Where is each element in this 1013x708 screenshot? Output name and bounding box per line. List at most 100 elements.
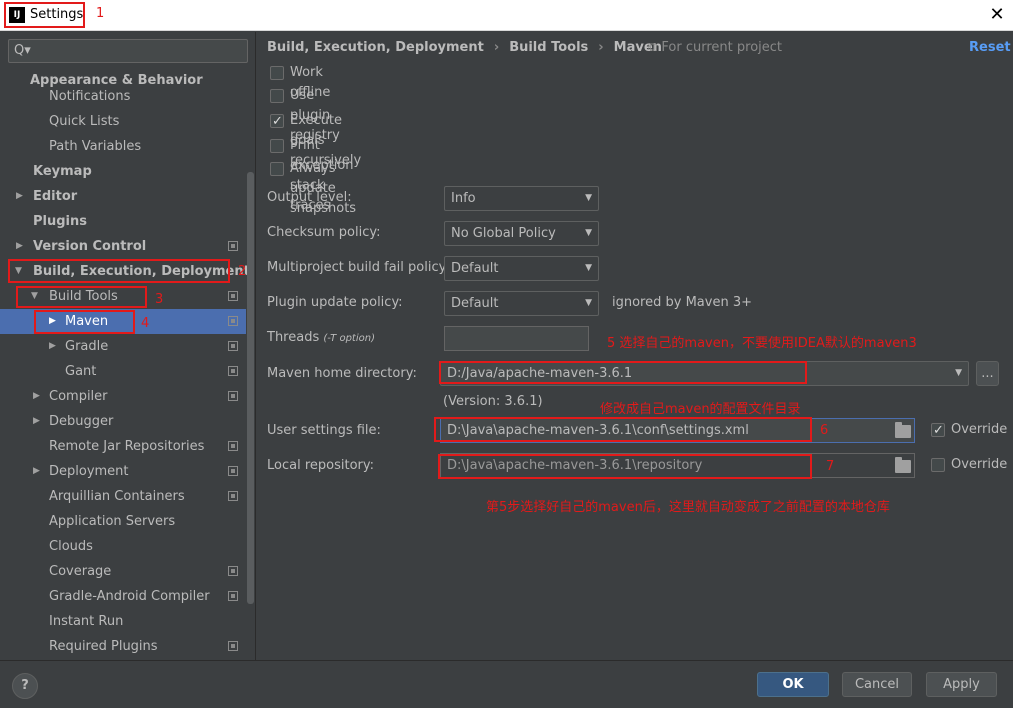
tree-item-instant-run[interactable]: Instant Run — [0, 609, 246, 634]
tree-item-notifications[interactable]: Notifications — [0, 84, 246, 109]
expand-arrow-icon[interactable]: ▶ — [16, 184, 23, 209]
tree-item-gant[interactable]: Gant — [0, 359, 246, 384]
expand-arrow-icon[interactable]: ▶ — [33, 384, 40, 409]
tree-item-gradle[interactable]: ▶ Gradle — [0, 334, 246, 359]
checkbox-label: Override — [951, 457, 1008, 472]
close-icon[interactable]: ✕ — [986, 4, 1008, 26]
output-level-select[interactable]: Info ▼ — [444, 186, 599, 211]
plugin-update-policy-select[interactable]: Default ▼ — [444, 291, 599, 316]
tree-item-label: Arquillian Containers — [49, 489, 185, 504]
chevron-down-icon: ▼ — [585, 298, 592, 308]
tree-item-required-plugins[interactable]: Required Plugins — [0, 634, 246, 659]
project-scope-icon — [228, 466, 238, 476]
annotation-number: 7 — [826, 459, 835, 474]
tree-item-label: Instant Run — [49, 614, 124, 629]
title-bar — [0, 0, 1013, 31]
breadcrumb: Build, Execution, Deployment › Build Tools… — [267, 40, 662, 55]
select-value: Default — [451, 261, 499, 276]
threads-input[interactable] — [444, 326, 589, 351]
annotation-box-build — [8, 259, 230, 283]
project-scope-icon — [228, 391, 238, 401]
folder-icon[interactable] — [895, 457, 911, 473]
checkbox-box[interactable] — [931, 458, 945, 472]
select-value: No Global Policy — [451, 226, 556, 241]
tree-item-version-control[interactable]: ▶ Version Control — [0, 234, 246, 259]
threads-label-text: Threads — [267, 330, 320, 345]
tree-item-label: Path Variables — [49, 139, 142, 154]
tree-item-plugins[interactable]: Plugins — [0, 209, 246, 234]
chevron-down-icon: ▼ — [585, 193, 592, 203]
select-value: Info — [451, 191, 476, 206]
tree-item-remote-jar-repositories[interactable]: Remote Jar Repositories — [0, 434, 246, 459]
annotation-note-repo: 第5步选择好自己的maven后，这里就自动变成了之前配置的本地仓库 — [486, 500, 890, 515]
checkbox-box[interactable] — [270, 89, 284, 103]
search-input[interactable]: Q▾ — [8, 39, 248, 63]
expand-arrow-icon[interactable]: ▶ — [33, 459, 40, 484]
checkbox-box[interactable] — [931, 421, 945, 441]
tree-item-label: Editor — [33, 189, 78, 204]
tree-item-label: Remote Jar Repositories — [49, 439, 205, 454]
for-current-project: ⧉ For current project — [648, 40, 783, 55]
annotation-box-maven-home — [439, 361, 807, 384]
tree-item-coverage[interactable]: Coverage — [0, 559, 246, 584]
user-settings-label: User settings file: — [267, 423, 381, 438]
project-scope-icon — [228, 366, 238, 376]
cancel-button[interactable]: Cancel — [842, 672, 912, 697]
chevron-down-icon: ▼ — [585, 228, 592, 238]
expand-arrow-icon[interactable]: ▶ — [33, 409, 40, 434]
breadcrumb-separator: › — [598, 40, 604, 55]
breadcrumb-item: Build, Execution, Deployment — [267, 40, 484, 55]
tree-item-arquillian-containers[interactable]: Arquillian Containers — [0, 484, 246, 509]
maven-home-label: Maven home directory: — [267, 366, 417, 381]
checkbox-label: Override — [951, 422, 1008, 437]
for-current-project-label: For current project — [661, 40, 783, 55]
annotation-number: 1 — [96, 6, 105, 21]
tree-item-label: Gradle — [65, 339, 109, 354]
plugin-update-policy-label: Plugin update policy: — [267, 295, 403, 310]
tree-item-editor[interactable]: ▶ Editor — [0, 184, 246, 209]
tree-item-label: Debugger — [49, 414, 114, 429]
checkbox-box[interactable] — [270, 162, 284, 176]
checkbox-box[interactable] — [270, 139, 284, 153]
tree-item-gradle-android-compiler[interactable]: Gradle-Android Compiler — [0, 584, 246, 609]
project-scope-icon — [228, 341, 238, 351]
project-scope-icon — [228, 291, 238, 301]
project-scope-icon — [228, 241, 238, 251]
ok-button[interactable]: OK — [757, 672, 829, 697]
tree-item-clouds[interactable]: Clouds — [0, 534, 246, 559]
multiproject-fail-policy-select[interactable]: Default ▼ — [444, 256, 599, 281]
help-button[interactable]: ? — [12, 673, 38, 699]
chevron-down-icon: ▼ — [955, 368, 962, 378]
tree-item-quick-lists[interactable]: Quick Lists — [0, 109, 246, 134]
annotation-box-local-repo — [438, 454, 812, 479]
checkbox-box[interactable] — [270, 112, 284, 132]
local-repository-label: Local repository: — [267, 458, 374, 473]
tree-item-compiler[interactable]: ▶ Compiler — [0, 384, 246, 409]
chevron-down-icon: ▼ — [585, 263, 592, 273]
tree-scrollbar[interactable] — [247, 172, 254, 604]
annotation-box-settings-file — [434, 417, 812, 442]
checksum-policy-select[interactable]: No Global Policy ▼ — [444, 221, 599, 246]
checkbox-box[interactable] — [270, 66, 284, 80]
browse-button[interactable]: ... — [976, 361, 999, 386]
breadcrumb-separator: › — [493, 40, 500, 55]
project-scope-icon — [228, 316, 238, 326]
project-scope-icon — [228, 641, 238, 651]
expand-arrow-icon[interactable]: ▶ — [49, 334, 56, 359]
output-level-label: Output level: — [267, 190, 352, 205]
tree-item-label: Clouds — [49, 539, 93, 554]
apply-button[interactable]: Apply — [926, 672, 997, 697]
expand-arrow-icon[interactable]: ▶ — [16, 234, 23, 259]
tree-item-debugger[interactable]: ▶ Debugger — [0, 409, 246, 434]
tree-item-deployment[interactable]: ▶ Deployment — [0, 459, 246, 484]
project-scope-icon — [228, 566, 238, 576]
folder-icon[interactable] — [895, 422, 911, 438]
tree-item-path-variables[interactable]: Path Variables — [0, 134, 246, 159]
tree-item-application-servers[interactable]: Application Servers — [0, 509, 246, 534]
annotation-box-maven — [34, 310, 135, 334]
reset-link[interactable]: Reset — [969, 40, 1011, 55]
breadcrumb-item: Build Tools — [509, 40, 589, 55]
select-value: Default — [451, 296, 499, 311]
tree-item-keymap[interactable]: Keymap — [0, 159, 246, 184]
annotation-box-build-tools — [16, 286, 147, 308]
